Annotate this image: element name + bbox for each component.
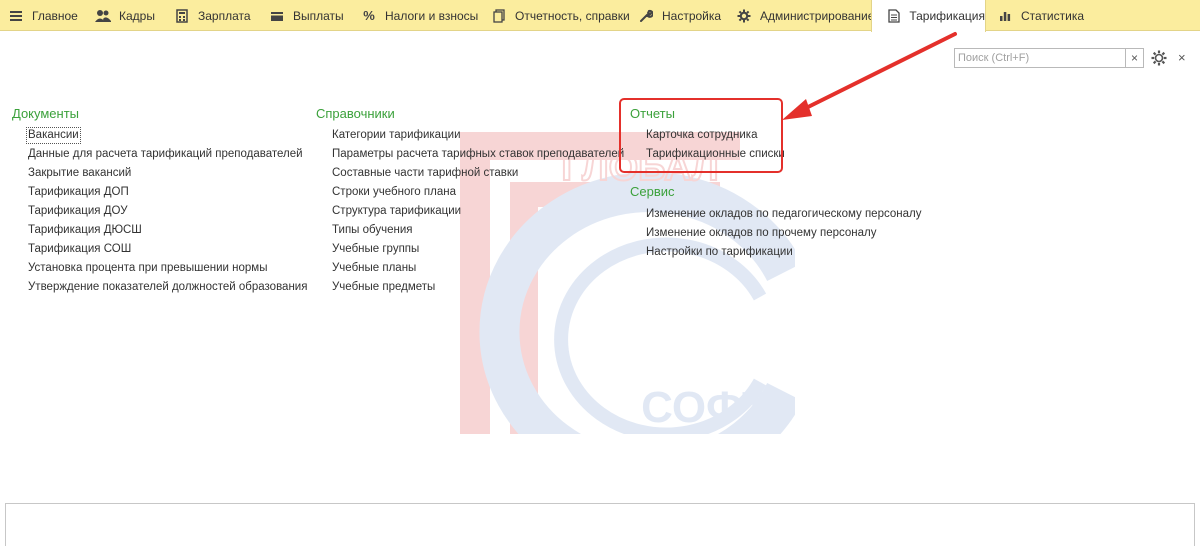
link-curricula[interactable]: Учебные планы bbox=[332, 261, 416, 276]
tab-label: Кадры bbox=[119, 8, 155, 23]
gear-icon bbox=[1151, 50, 1167, 66]
link-teacher-salary-change[interactable]: Изменение окладов по педагогическому пер… bbox=[646, 207, 921, 222]
link-rate-components[interactable]: Составные части тарифной ставки bbox=[332, 166, 518, 181]
watermark-text-bottom: СОФТ bbox=[641, 383, 769, 432]
menu-icon bbox=[8, 8, 24, 24]
link-tariff-dop[interactable]: Тарификация ДОП bbox=[28, 185, 129, 200]
link-norm-excess-percent[interactable]: Установка процента при превышении нормы bbox=[28, 261, 267, 276]
tab-label: Зарплата bbox=[198, 8, 251, 23]
close-button[interactable]: × bbox=[1178, 50, 1190, 66]
link-vacancies[interactable]: Вакансии bbox=[26, 127, 81, 144]
link-subjects[interactable]: Учебные предметы bbox=[332, 280, 435, 295]
tab-label: Выплаты bbox=[293, 8, 344, 23]
percent-icon: % bbox=[363, 8, 375, 23]
document-icon bbox=[886, 8, 901, 24]
settings-gear-button[interactable] bbox=[1151, 50, 1167, 66]
tab-label: Статистика bbox=[1021, 8, 1085, 23]
tab-settings[interactable]: Настройка bbox=[638, 0, 721, 31]
tab-salary[interactable]: Зарплата bbox=[174, 0, 251, 31]
section-title-documents: Документы bbox=[12, 106, 80, 121]
link-curriculum-lines[interactable]: Строки учебного плана bbox=[332, 185, 456, 200]
link-education-types[interactable]: Типы обучения bbox=[332, 223, 413, 238]
link-tariff-structure[interactable]: Структура тарификации bbox=[332, 204, 461, 219]
calculator-icon bbox=[174, 8, 190, 24]
wrench-icon bbox=[638, 8, 654, 24]
link-study-groups[interactable]: Учебные группы bbox=[332, 242, 419, 257]
tab-tariffication[interactable]: Тарификация bbox=[871, 0, 986, 32]
users-icon bbox=[95, 8, 111, 24]
link-tariff-dou[interactable]: Тарификация ДОУ bbox=[28, 204, 128, 219]
link-other-salary-change[interactable]: Изменение окладов по прочему персоналу bbox=[646, 226, 876, 241]
tab-label: Отчетность, справки bbox=[515, 8, 630, 23]
search-input[interactable] bbox=[955, 49, 1125, 67]
link-tariff-categories[interactable]: Категории тарификации bbox=[332, 128, 461, 143]
annotation-highlight-box bbox=[619, 98, 783, 173]
bar-chart-icon bbox=[997, 8, 1013, 24]
link-teacher-rate-parameters[interactable]: Параметры расчета тарифных ставок препод… bbox=[332, 147, 624, 162]
tab-personnel[interactable]: Кадры bbox=[95, 0, 155, 31]
tab-administration[interactable]: Администрирование bbox=[736, 0, 874, 31]
link-teacher-tariff-data[interactable]: Данные для расчета тарификаций преподава… bbox=[28, 147, 303, 162]
tab-main[interactable]: Главное bbox=[8, 0, 78, 31]
bottom-panel bbox=[5, 503, 1195, 546]
tab-taxes[interactable]: % Налоги и взносы bbox=[361, 0, 478, 31]
section-title-service: Сервис bbox=[630, 184, 675, 199]
close-icon: × bbox=[1130, 51, 1138, 65]
link-approve-position-indicators[interactable]: Утверждение показателей должностей образ… bbox=[28, 280, 307, 295]
wallet-icon bbox=[269, 8, 285, 24]
link-tariff-sosh[interactable]: Тарификация СОШ bbox=[28, 242, 131, 257]
tab-reports[interactable]: Отчетность, справки bbox=[491, 0, 630, 31]
section-title-references: Справочники bbox=[316, 106, 395, 121]
tab-statistics[interactable]: Статистика bbox=[997, 0, 1084, 31]
tab-label: Настройка bbox=[662, 8, 722, 23]
tab-payments[interactable]: Выплаты bbox=[269, 0, 344, 31]
tab-label: Главное bbox=[32, 8, 78, 23]
tab-label: Администрирование bbox=[760, 8, 875, 23]
clear-search-button[interactable]: × bbox=[1125, 49, 1143, 67]
link-tariff-settings[interactable]: Настройки по тарификации bbox=[646, 245, 793, 260]
sections-panel: Главное Кадры Зарплата Выплаты % Налоги … bbox=[0, 0, 1200, 32]
link-close-vacancies[interactable]: Закрытие вакансий bbox=[28, 166, 131, 181]
documents-icon bbox=[491, 8, 507, 24]
gear-icon bbox=[736, 8, 752, 24]
link-tariff-dyussh[interactable]: Тарификация ДЮСШ bbox=[28, 223, 142, 238]
tab-label: Налоги и взносы bbox=[385, 8, 479, 23]
search-box: × bbox=[954, 48, 1144, 68]
tab-label: Тарификация bbox=[909, 9, 985, 23]
close-icon: × bbox=[1178, 50, 1186, 65]
